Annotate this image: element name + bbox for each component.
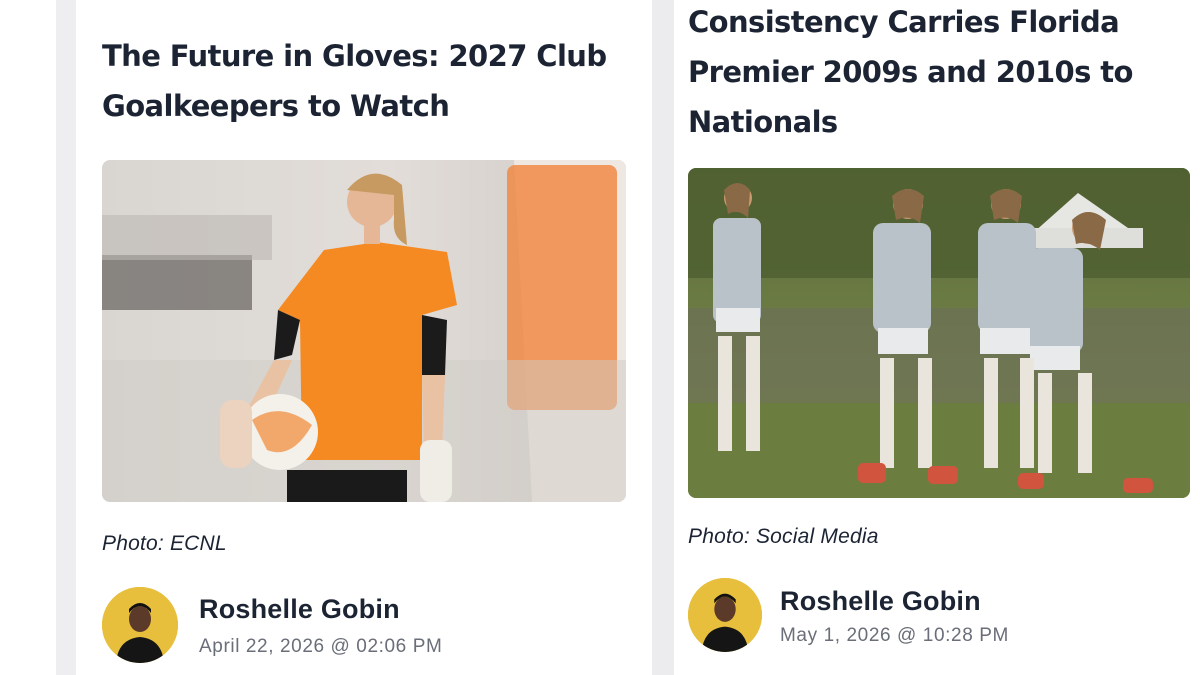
author-avatar[interactable] (688, 578, 762, 652)
article-title[interactable]: The Future in Gloves: 2027 Club Goalkeep… (102, 31, 632, 131)
photo-caption: Photo: ECNL (102, 532, 227, 555)
page-gutter (0, 0, 56, 675)
author-name[interactable]: Roshelle Gobin (199, 594, 400, 625)
article-photo-team-celebration[interactable] (688, 168, 1190, 498)
article-card-2[interactable]: Consistency Carries Florida Premier 2009… (674, 0, 1200, 675)
article-card-1[interactable]: The Future in Gloves: 2027 Club Goalkeep… (76, 0, 652, 675)
column-divider (652, 0, 674, 675)
author-name[interactable]: Roshelle Gobin (780, 586, 981, 617)
post-date: May 1, 2026 @ 10:28 PM (780, 625, 1009, 646)
author-avatar[interactable] (102, 587, 178, 663)
page-margin (56, 0, 76, 675)
article-photo-goalkeeper[interactable] (102, 160, 626, 502)
post-date: April 22, 2026 @ 02:06 PM (199, 636, 443, 657)
article-title[interactable]: Consistency Carries Florida Premier 2009… (688, 0, 1188, 147)
photo-caption: Photo: Social Media (688, 525, 879, 548)
